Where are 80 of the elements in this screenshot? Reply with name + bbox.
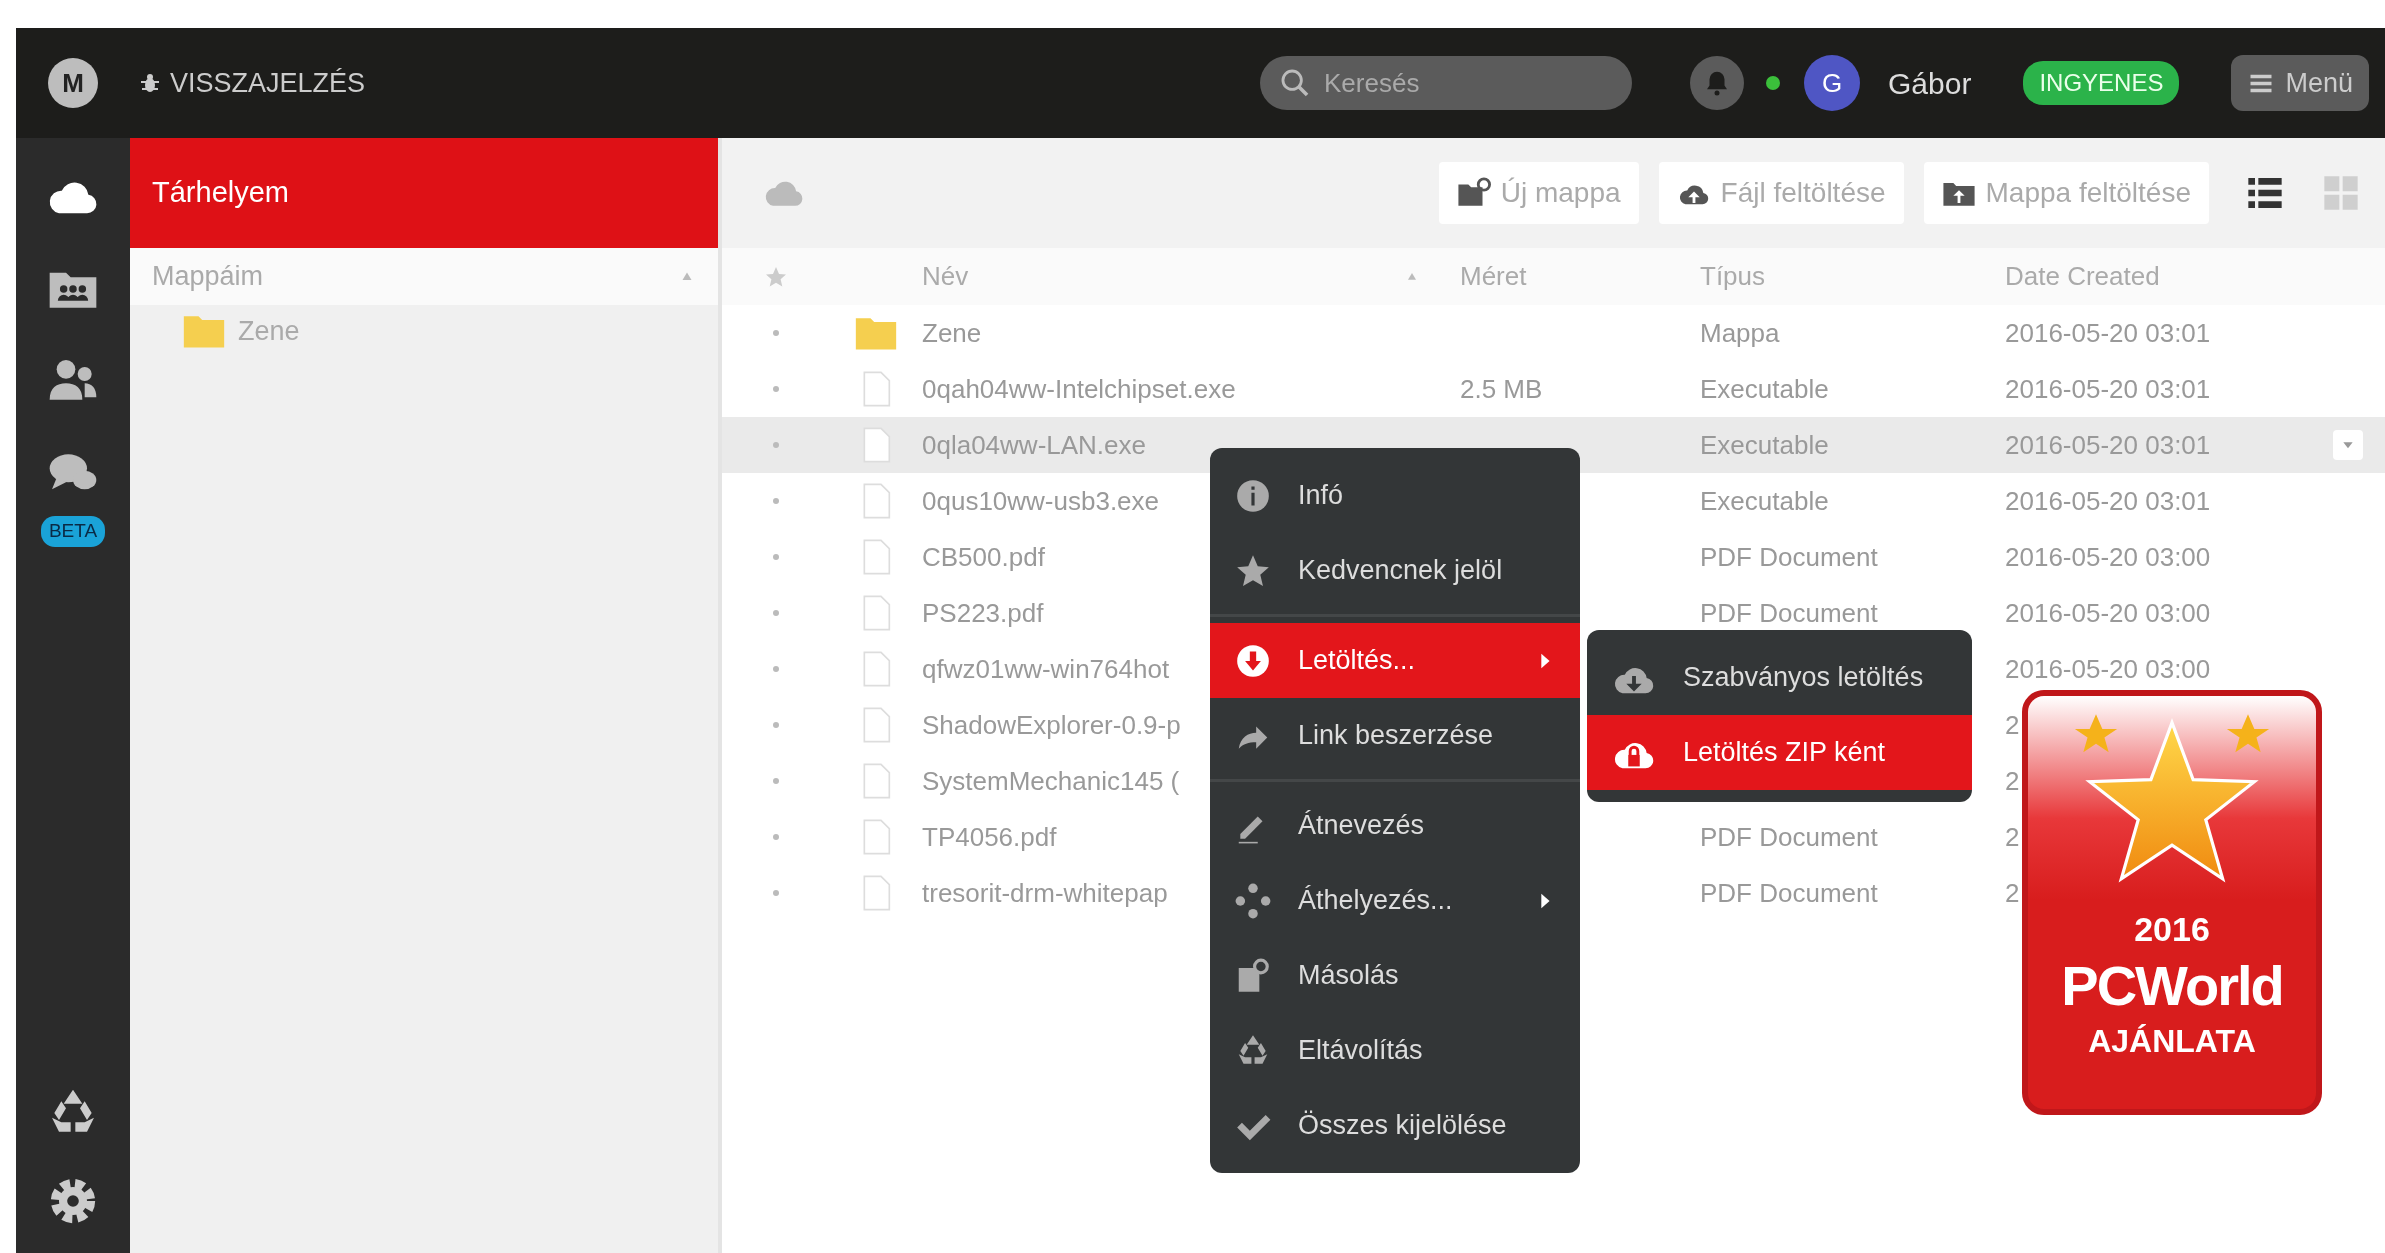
menu-item[interactable]: Másolás (1210, 938, 1580, 1013)
notifications-button[interactable] (1690, 56, 1745, 110)
dot-icon (773, 722, 779, 728)
table-cell: 0qus10ww-usb3.exe (922, 485, 1160, 516)
menu-item-label: Másolás (1298, 959, 1399, 993)
table-cell: Mappa (1700, 317, 1780, 348)
menu-item-label: Összes kijelölése (1298, 1109, 1507, 1143)
table-cell: 2 (2005, 709, 2020, 740)
table-cell: tresorit-drm-whitepap (922, 877, 1168, 908)
dot-icon (773, 386, 779, 392)
move-icon (1234, 881, 1272, 920)
dot-icon (773, 610, 779, 616)
folders-heading: Mappáim (152, 260, 264, 294)
beta-badge: BETA (40, 516, 106, 547)
table-cell: 2016-05-20 03:01 (2005, 317, 2211, 348)
feedback-link[interactable]: VISSZAJELZÉS (170, 62, 366, 104)
dot-icon (773, 330, 779, 336)
menu-item-label: Áthelyezés... (1298, 884, 1453, 918)
table-cell: 2 (2005, 821, 2020, 852)
menu-item-label: Átnevezés (1298, 809, 1425, 843)
table-cell: PDF Document (1700, 541, 1878, 572)
table-cell: 0qla04ww-LAN.exe (922, 429, 1146, 460)
table-cell: 2016-05-20 03:00 (2005, 653, 2211, 684)
table-cell: TP4056.pdf (922, 821, 1057, 852)
table-cell: Executable (1700, 429, 1829, 460)
menu-item[interactable]: Átnevezés (1210, 788, 1580, 863)
table-cell: Zene (922, 317, 982, 348)
menu-item[interactable]: Szabványos letöltés (1587, 640, 1972, 715)
dot-icon (773, 890, 779, 896)
badge-brand: PCWorld (2061, 955, 2283, 1017)
user-avatar[interactable]: G (1804, 55, 1861, 111)
table-cell: Executable (1700, 485, 1829, 516)
menu-item[interactable]: Letöltés ZIP ként (1587, 715, 1972, 790)
table-cell: SystemMechanic145 ( (922, 765, 1180, 796)
menu-item[interactable]: Eltávolítás (1210, 1013, 1580, 1088)
menu-item[interactable]: Összes kijelölése (1210, 1088, 1580, 1163)
bug-icon (138, 71, 162, 95)
table-cell: 2016-05-20 03:01 (2005, 373, 2211, 404)
table-cell: qfwz01ww-win764hot (922, 653, 1170, 684)
dot-icon (773, 778, 779, 784)
menu-item-label: Link beszerzése (1298, 719, 1494, 753)
menu-item[interactable]: Áthelyezés... (1210, 863, 1580, 938)
badge-year: 2016 (2134, 909, 2210, 950)
table-cell: ShadowExplorer-0.9-p (922, 709, 1181, 740)
table-cell: Executable (1700, 373, 1829, 404)
table-cell: 2016-05-20 03:01 (2005, 429, 2211, 460)
table-cell: PS223.pdf (922, 597, 1044, 628)
menu-item-label: Eltávolítás (1298, 1034, 1423, 1068)
badge-caption: AJÁNLATA (2088, 1021, 2256, 1061)
dot-icon (773, 666, 779, 672)
table-cell: 2016-05-20 03:01 (2005, 485, 2211, 516)
table-cell: PDF Document (1700, 821, 1878, 852)
search-field[interactable]: Keresés (1260, 56, 1633, 110)
table-cell: 2016-05-20 03:00 (2005, 597, 2211, 628)
app-logo[interactable]: M (48, 58, 98, 108)
table-cell: 0qah04ww-Intelchipset.exe (922, 373, 1236, 404)
menu-item-label: Szabványos letöltés (1683, 661, 1924, 695)
menu-item[interactable]: Kedvencnek jelöl (1210, 533, 1580, 608)
plan-badge: INGYENES (2023, 61, 2180, 105)
menu-item[interactable]: Letöltés... (1210, 623, 1580, 698)
table-cell: 2016-05-20 03:00 (2005, 541, 2211, 572)
cloud-drive-header[interactable]: Tárhelyem (130, 138, 718, 248)
user-name[interactable]: Gábor (1888, 60, 1972, 106)
table-cell: 2 (2005, 877, 2020, 908)
table-cell: PDF Document (1700, 597, 1878, 628)
menu-item[interactable]: Link beszerzése (1210, 698, 1580, 773)
menu-item-label: Letöltés ZIP ként (1683, 736, 1886, 770)
table-cell: CB500.pdf (922, 541, 1045, 572)
menu-item-label: Infó (1298, 479, 1344, 513)
dot-icon (773, 498, 779, 504)
menu-item[interactable]: Infó (1210, 458, 1580, 533)
table-cell: 2 (2005, 765, 2020, 796)
table-cell: 2.5 MB (1460, 373, 1543, 404)
menu-button[interactable]: Menü (2231, 55, 2369, 111)
dot-icon (773, 442, 779, 448)
table-cell: PDF Document (1700, 877, 1878, 908)
menu-item-label: Letöltés... (1298, 644, 1416, 678)
dot-icon (773, 834, 779, 840)
dot-icon (773, 554, 779, 560)
menu-item-label: Kedvencnek jelöl (1298, 554, 1503, 588)
